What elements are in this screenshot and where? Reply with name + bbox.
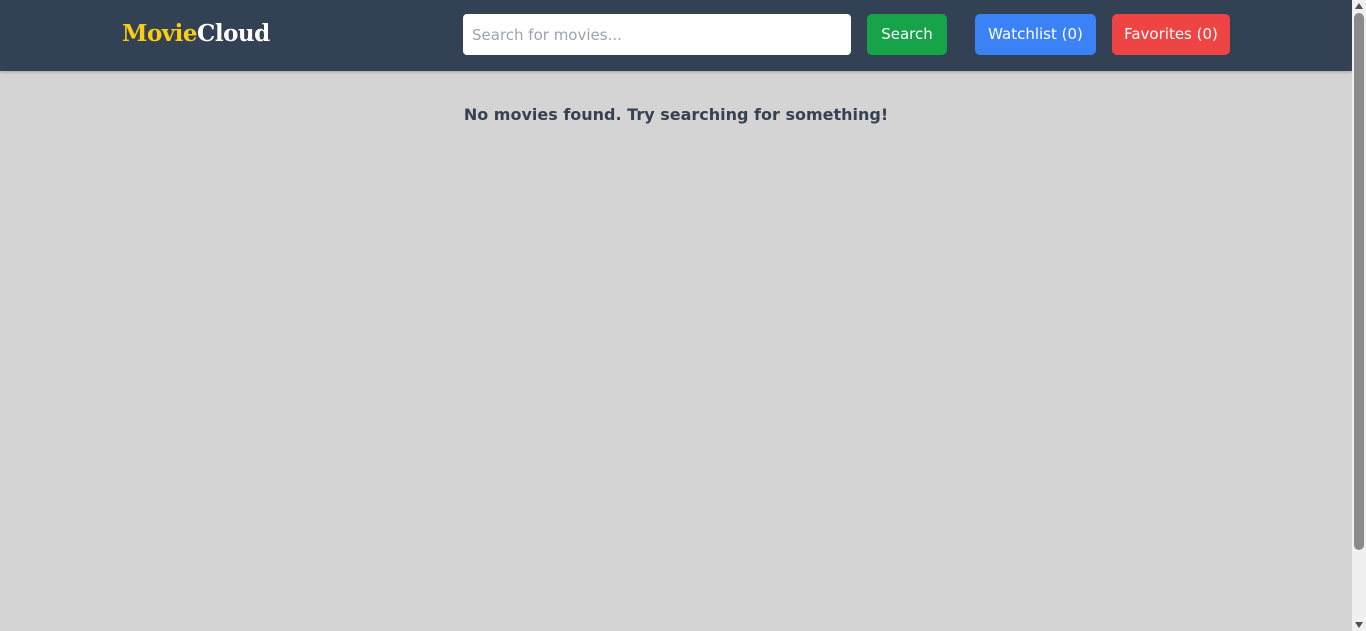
search-input[interactable] <box>463 14 851 55</box>
favorites-button[interactable]: Favorites (0) <box>1112 14 1230 55</box>
watchlist-button[interactable]: Watchlist (0) <box>975 14 1096 55</box>
empty-state-message: No movies found. Try searching for somet… <box>463 105 889 124</box>
logo-movie-text: Movie <box>122 20 198 47</box>
scrollbar-thumb[interactable] <box>1354 13 1364 550</box>
site-logo[interactable]: MovieCloud <box>122 19 270 49</box>
logo-cloud-text: Cloud <box>197 20 270 47</box>
top-navbar: MovieCloud Search Watchlist (0) Favorite… <box>0 0 1352 71</box>
scroll-up-arrow-icon[interactable] <box>1355 3 1363 9</box>
vertical-scrollbar[interactable] <box>1352 0 1366 631</box>
scroll-down-arrow-icon[interactable] <box>1355 622 1363 628</box>
page: MovieCloud Search Watchlist (0) Favorite… <box>0 0 1352 631</box>
search-button[interactable]: Search <box>867 14 947 55</box>
